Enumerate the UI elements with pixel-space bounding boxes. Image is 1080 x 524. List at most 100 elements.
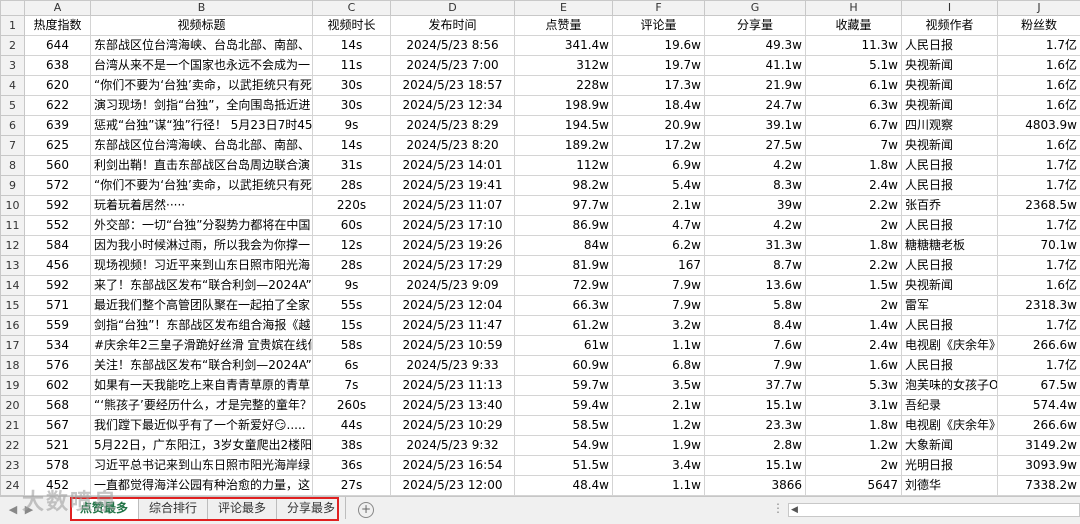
table-cell[interactable]: 58.5w [514, 415, 613, 436]
table-cell[interactable]: 1.7亿 [997, 215, 1080, 236]
table-cell[interactable]: 玩着玩着居然····· [90, 195, 313, 216]
header-cell[interactable]: 视频标题 [90, 15, 313, 36]
table-cell[interactable]: 97.7w [514, 195, 613, 216]
table-cell[interactable]: 1.2w [805, 435, 902, 456]
table-cell[interactable]: 2.1w [612, 195, 705, 216]
table-cell[interactable]: 17.3w [612, 75, 705, 96]
table-cell[interactable]: 578 [24, 455, 91, 476]
table-cell[interactable]: 644 [24, 35, 91, 56]
table-cell[interactable]: 人民日报 [901, 175, 998, 196]
table-cell[interactable]: 2318.3w [997, 295, 1080, 316]
header-cell[interactable]: 评论量 [612, 15, 705, 36]
table-cell[interactable]: 1.6亿 [997, 75, 1080, 96]
table-cell[interactable]: 人民日报 [901, 215, 998, 236]
table-cell[interactable]: 1.7亿 [997, 175, 1080, 196]
table-cell[interactable]: 因为我小时候淋过雨，所以我会为你撑一 [90, 235, 313, 256]
table-cell[interactable]: 194.5w [514, 115, 613, 136]
table-cell[interactable]: 电视剧《庆余年》 [901, 335, 998, 356]
table-cell[interactable]: 72.9w [514, 275, 613, 296]
table-cell[interactable]: 8.7w [704, 255, 806, 276]
table-cell[interactable]: 一直都觉得海洋公园有种治愈的力量，这 [90, 475, 313, 496]
row-number[interactable]: 20 [0, 395, 25, 416]
table-cell[interactable]: 2024/5/23 14:01 [390, 155, 515, 176]
table-cell[interactable]: “你们不要为‘台独’卖命，以武拒统只有死 [90, 175, 313, 196]
row-number[interactable]: 2 [0, 35, 25, 56]
arrow-left-icon[interactable]: ◀ [6, 503, 20, 517]
table-cell[interactable]: 70.1w [997, 235, 1080, 256]
table-cell[interactable]: 1.8w [805, 415, 902, 436]
table-cell[interactable]: 1.6亿 [997, 55, 1080, 76]
table-cell[interactable]: 60s [312, 215, 391, 236]
table-cell[interactable]: 2024/5/23 9:09 [390, 275, 515, 296]
table-cell[interactable]: 602 [24, 375, 91, 396]
table-cell[interactable]: 1.7亿 [997, 255, 1080, 276]
table-cell[interactable]: 2.4w [805, 175, 902, 196]
table-cell[interactable]: 泡芙味的女孩子O [901, 375, 998, 396]
table-cell[interactable]: 66.3w [514, 295, 613, 316]
table-cell[interactable]: 30s [312, 75, 391, 96]
table-cell[interactable]: 人民日报 [901, 255, 998, 276]
row-number[interactable]: 9 [0, 175, 25, 196]
table-cell[interactable]: 5.1w [805, 55, 902, 76]
table-cell[interactable]: 2024/5/23 9:32 [390, 435, 515, 456]
row-number[interactable]: 23 [0, 455, 25, 476]
table-cell[interactable]: 452 [24, 475, 91, 496]
table-cell[interactable]: 4803.9w [997, 115, 1080, 136]
table-cell[interactable]: 刘德华 [901, 475, 998, 496]
table-cell[interactable]: 19.6w [612, 35, 705, 56]
row-number[interactable]: 10 [0, 195, 25, 216]
table-cell[interactable]: 现场视频！习近平来到山东日照市阳光海 [90, 255, 313, 276]
table-cell[interactable]: 关注！东部战区发布“联合利剑—2024A” [90, 355, 313, 376]
table-cell[interactable]: 584 [24, 235, 91, 256]
table-cell[interactable]: 19.7w [612, 55, 705, 76]
table-cell[interactable]: 央视新闻 [901, 135, 998, 156]
table-cell[interactable]: 2024/5/23 18:57 [390, 75, 515, 96]
table-cell[interactable]: 12s [312, 235, 391, 256]
table-cell[interactable]: 2024/5/23 11:47 [390, 315, 515, 336]
column-header[interactable]: J [997, 0, 1080, 16]
table-cell[interactable]: 2024/5/23 10:29 [390, 415, 515, 436]
table-cell[interactable]: 光明日报 [901, 455, 998, 476]
table-cell[interactable]: 演习现场！剑指“台独”，全向围岛抵近进 [90, 95, 313, 116]
table-cell[interactable]: 31s [312, 155, 391, 176]
table-cell[interactable]: 央视新闻 [901, 55, 998, 76]
table-cell[interactable]: 6.9w [612, 155, 705, 176]
table-cell[interactable]: 59.7w [514, 375, 613, 396]
table-cell[interactable]: 638 [24, 55, 91, 76]
table-cell[interactable]: 2w [805, 455, 902, 476]
table-cell[interactable]: 9s [312, 115, 391, 136]
table-cell[interactable]: 228w [514, 75, 613, 96]
table-cell[interactable]: 576 [24, 355, 91, 376]
table-cell[interactable]: 13.6w [704, 275, 806, 296]
sheet-tab[interactable]: 综合排行 [139, 497, 209, 519]
table-cell[interactable]: 4.7w [612, 215, 705, 236]
table-cell[interactable]: 1.6亿 [997, 95, 1080, 116]
table-cell[interactable]: 电视剧《庆余年》 [901, 415, 998, 436]
table-cell[interactable]: 28s [312, 175, 391, 196]
table-cell[interactable]: 6.3w [805, 95, 902, 116]
table-cell[interactable]: 5647 [805, 475, 902, 496]
table-cell[interactable]: 167 [612, 255, 705, 276]
table-cell[interactable]: 剑指“台独”！东部战区发布组合海报《越 [90, 315, 313, 336]
table-cell[interactable]: 11.3w [805, 35, 902, 56]
table-cell[interactable]: 雷军 [901, 295, 998, 316]
table-cell[interactable]: 2024/5/23 8:20 [390, 135, 515, 156]
table-cell[interactable]: 5.3w [805, 375, 902, 396]
table-cell[interactable]: 糖糖糖老板 [901, 235, 998, 256]
row-number[interactable]: 16 [0, 315, 25, 336]
row-number[interactable]: 11 [0, 215, 25, 236]
table-cell[interactable]: 189.2w [514, 135, 613, 156]
table-cell[interactable]: 1.5w [805, 275, 902, 296]
table-cell[interactable]: 2.2w [805, 255, 902, 276]
table-cell[interactable]: 49.3w [704, 35, 806, 56]
row-number[interactable]: 4 [0, 75, 25, 96]
table-cell[interactable]: 1.7亿 [997, 315, 1080, 336]
table-cell[interactable]: 1.1w [612, 335, 705, 356]
sheet-tab[interactable]: 点赞最多 [70, 497, 140, 521]
table-cell[interactable]: 39w [704, 195, 806, 216]
table-cell[interactable]: 14s [312, 35, 391, 56]
table-cell[interactable]: 2w [805, 295, 902, 316]
table-cell[interactable]: 592 [24, 195, 91, 216]
table-cell[interactable]: 央视新闻 [901, 275, 998, 296]
table-cell[interactable]: 112w [514, 155, 613, 176]
